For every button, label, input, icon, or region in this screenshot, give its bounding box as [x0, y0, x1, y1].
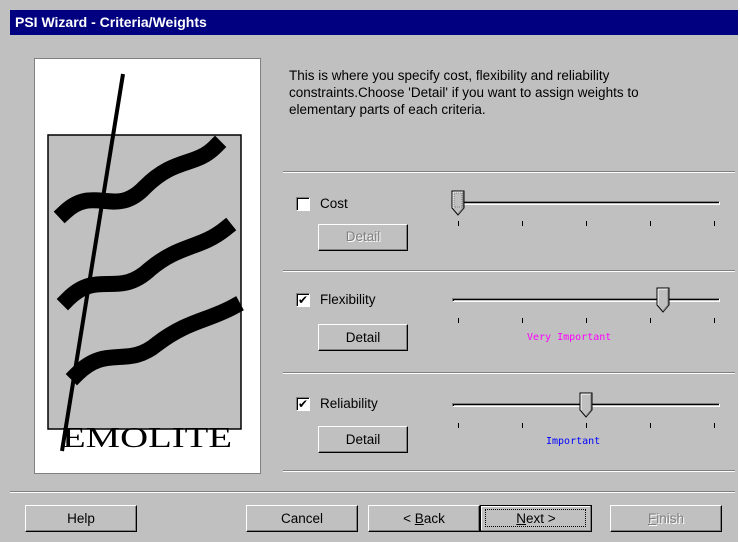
- cost-slider[interactable]: [451, 185, 720, 245]
- slider-tick: [522, 318, 523, 323]
- slider-track: [452, 201, 720, 205]
- slider-tick: [714, 318, 715, 323]
- flexibility-checkbox[interactable]: ✔: [296, 293, 310, 307]
- finish-mnemonic: F: [647, 511, 657, 526]
- reliability-detail-button[interactable]: Detail: [318, 426, 408, 453]
- slider-tick: [650, 221, 651, 226]
- slider-tick: [522, 221, 523, 226]
- title-bar: PSI Wizard - Criteria/Weights: [10, 10, 738, 35]
- slider-thumb[interactable]: [656, 287, 670, 313]
- next-button[interactable]: Next >: [480, 505, 592, 532]
- separator: [283, 171, 735, 173]
- focus-indicator: [485, 509, 586, 527]
- instructions-text: This is where you specify cost, flexibil…: [289, 68, 639, 117]
- slider-tick: [458, 423, 459, 428]
- cancel-button[interactable]: Cancel: [246, 505, 358, 532]
- reliability-label: Reliability: [320, 396, 378, 411]
- finish-button[interactable]: Finish: [610, 505, 722, 532]
- reliability-slider[interactable]: Important: [452, 388, 720, 448]
- slider-tick: [714, 221, 715, 226]
- slider-thumb[interactable]: [451, 190, 465, 216]
- separator: [283, 470, 735, 472]
- separator: [283, 372, 735, 374]
- slider-thumb[interactable]: [579, 392, 593, 418]
- slider-tick: [586, 318, 587, 323]
- slider-tick: [586, 221, 587, 226]
- logo-text: EMOLITE: [62, 423, 232, 454]
- flexibility-importance-label: Very Important: [527, 332, 612, 343]
- emolite-logo-image: EMOLITE: [47, 73, 244, 454]
- back-mnemonic: B: [414, 511, 424, 526]
- cost-checkbox[interactable]: [296, 197, 310, 211]
- window-title: PSI Wizard - Criteria/Weights: [15, 14, 207, 30]
- footer-separator: [10, 491, 735, 493]
- cost-label: Cost: [320, 196, 348, 211]
- slider-track: [452, 298, 720, 302]
- slider-tick: [650, 423, 651, 428]
- back-prefix: <: [403, 511, 415, 526]
- slider-tick: [458, 318, 459, 323]
- flexibility-detail-button[interactable]: Detail: [318, 324, 408, 351]
- back-button[interactable]: < Back: [368, 505, 480, 532]
- reliability-checkbox[interactable]: ✔: [296, 397, 310, 411]
- slider-tick: [522, 423, 523, 428]
- reliability-importance-label: Important: [546, 436, 601, 447]
- slider-tick: [586, 423, 587, 428]
- flexibility-slider[interactable]: Very Important: [452, 283, 720, 343]
- separator: [283, 270, 735, 272]
- help-button[interactable]: Help: [25, 505, 137, 532]
- wizard-window: PSI Wizard - Criteria/Weights EMOLITE Th…: [0, 0, 738, 542]
- slider-tick: [714, 423, 715, 428]
- slider-tick: [458, 221, 459, 226]
- back-rest: ack: [423, 511, 445, 526]
- cost-detail-button[interactable]: Detail: [318, 224, 408, 251]
- finish-rest: inish: [656, 511, 684, 526]
- flexibility-label: Flexibility: [320, 292, 376, 307]
- logo-panel: EMOLITE: [34, 58, 261, 474]
- slider-tick: [650, 318, 651, 323]
